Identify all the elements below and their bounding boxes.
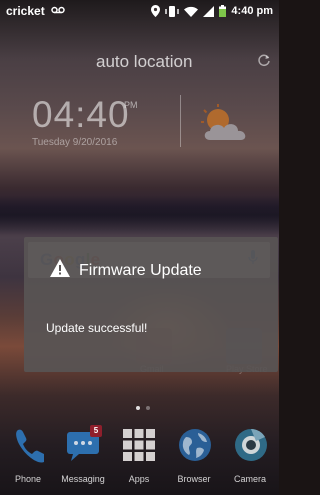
wifi-icon (184, 6, 199, 17)
partly-cloudy-icon[interactable] (196, 104, 254, 149)
widget-date: Tuesday 9/20/2016 (32, 137, 118, 148)
vibrate-icon (165, 5, 180, 17)
dock-label-camera: Camera (233, 474, 266, 484)
voicemail-icon (50, 5, 65, 17)
apps-grid-icon (123, 429, 155, 461)
page-dot-1[interactable] (136, 406, 140, 410)
dock: Phone 5 Messaging Apps Browser Camera (0, 425, 279, 495)
widget-clock-ampm: PM (124, 100, 138, 110)
browser-icon (178, 428, 211, 461)
dock-label-browser: Browser (177, 474, 211, 484)
page-indicator (136, 406, 150, 410)
carrier-name: cricket (6, 4, 45, 18)
page-dot-2[interactable] (146, 406, 150, 410)
warning-icon (50, 259, 70, 282)
location-icon (151, 5, 161, 17)
widget-clock[interactable]: 04:40 (32, 94, 130, 136)
dock-label-messaging: Messaging (61, 474, 105, 484)
status-bar: cricket 4:40 pm (0, 0, 279, 22)
phone-icon (12, 428, 47, 463)
dock-label-phone: Phone (14, 474, 42, 484)
toast-message: Update successful! (46, 321, 148, 335)
toast-title: Firmware Update (79, 261, 202, 279)
dock-label-apps: Apps (128, 474, 150, 484)
battery-icon (219, 5, 227, 17)
firmware-update-toast: Firmware Update Update successful! (24, 237, 278, 372)
refresh-icon[interactable] (257, 53, 271, 72)
status-time: 4:40 pm (231, 5, 273, 17)
weather-location-title[interactable]: auto location (96, 52, 216, 72)
signal-icon (203, 5, 215, 17)
widget-divider (180, 95, 181, 147)
camera-icon (234, 428, 267, 461)
messaging-badge: 5 (90, 425, 102, 437)
